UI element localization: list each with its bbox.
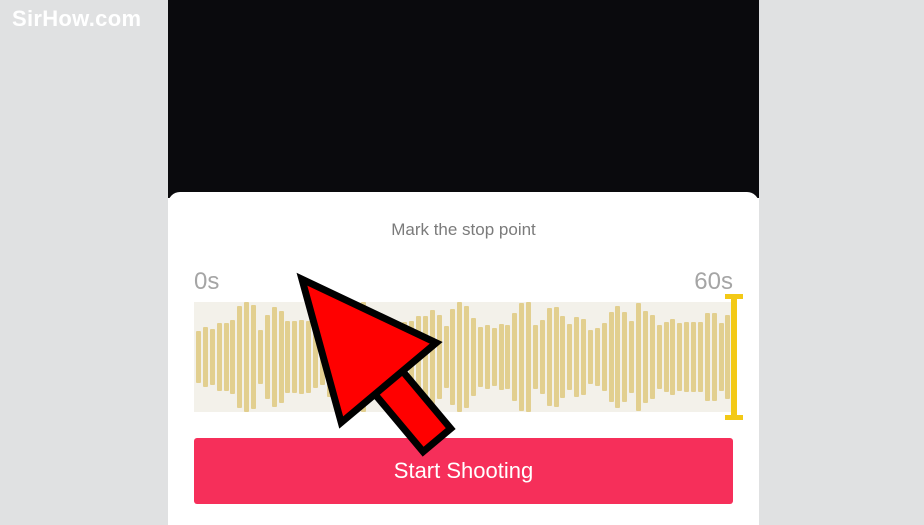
start-shooting-button[interactable]: Start Shooting [194, 438, 733, 504]
time-labels: 0s 60s [168, 240, 759, 296]
video-preview [168, 0, 759, 198]
waveform-bars [194, 302, 733, 412]
waveform-track[interactable] [194, 302, 733, 412]
phone-frame: Mark the stop point 0s 60s Start Shootin… [168, 0, 759, 525]
watermark-text: SirHow.com [12, 6, 141, 32]
panel-title: Mark the stop point [168, 220, 759, 240]
time-start-label: 0s [194, 268, 219, 296]
timer-panel: Mark the stop point 0s 60s Start Shootin… [168, 192, 759, 504]
stop-point-marker[interactable] [731, 294, 737, 420]
time-end-label: 60s [694, 268, 733, 296]
